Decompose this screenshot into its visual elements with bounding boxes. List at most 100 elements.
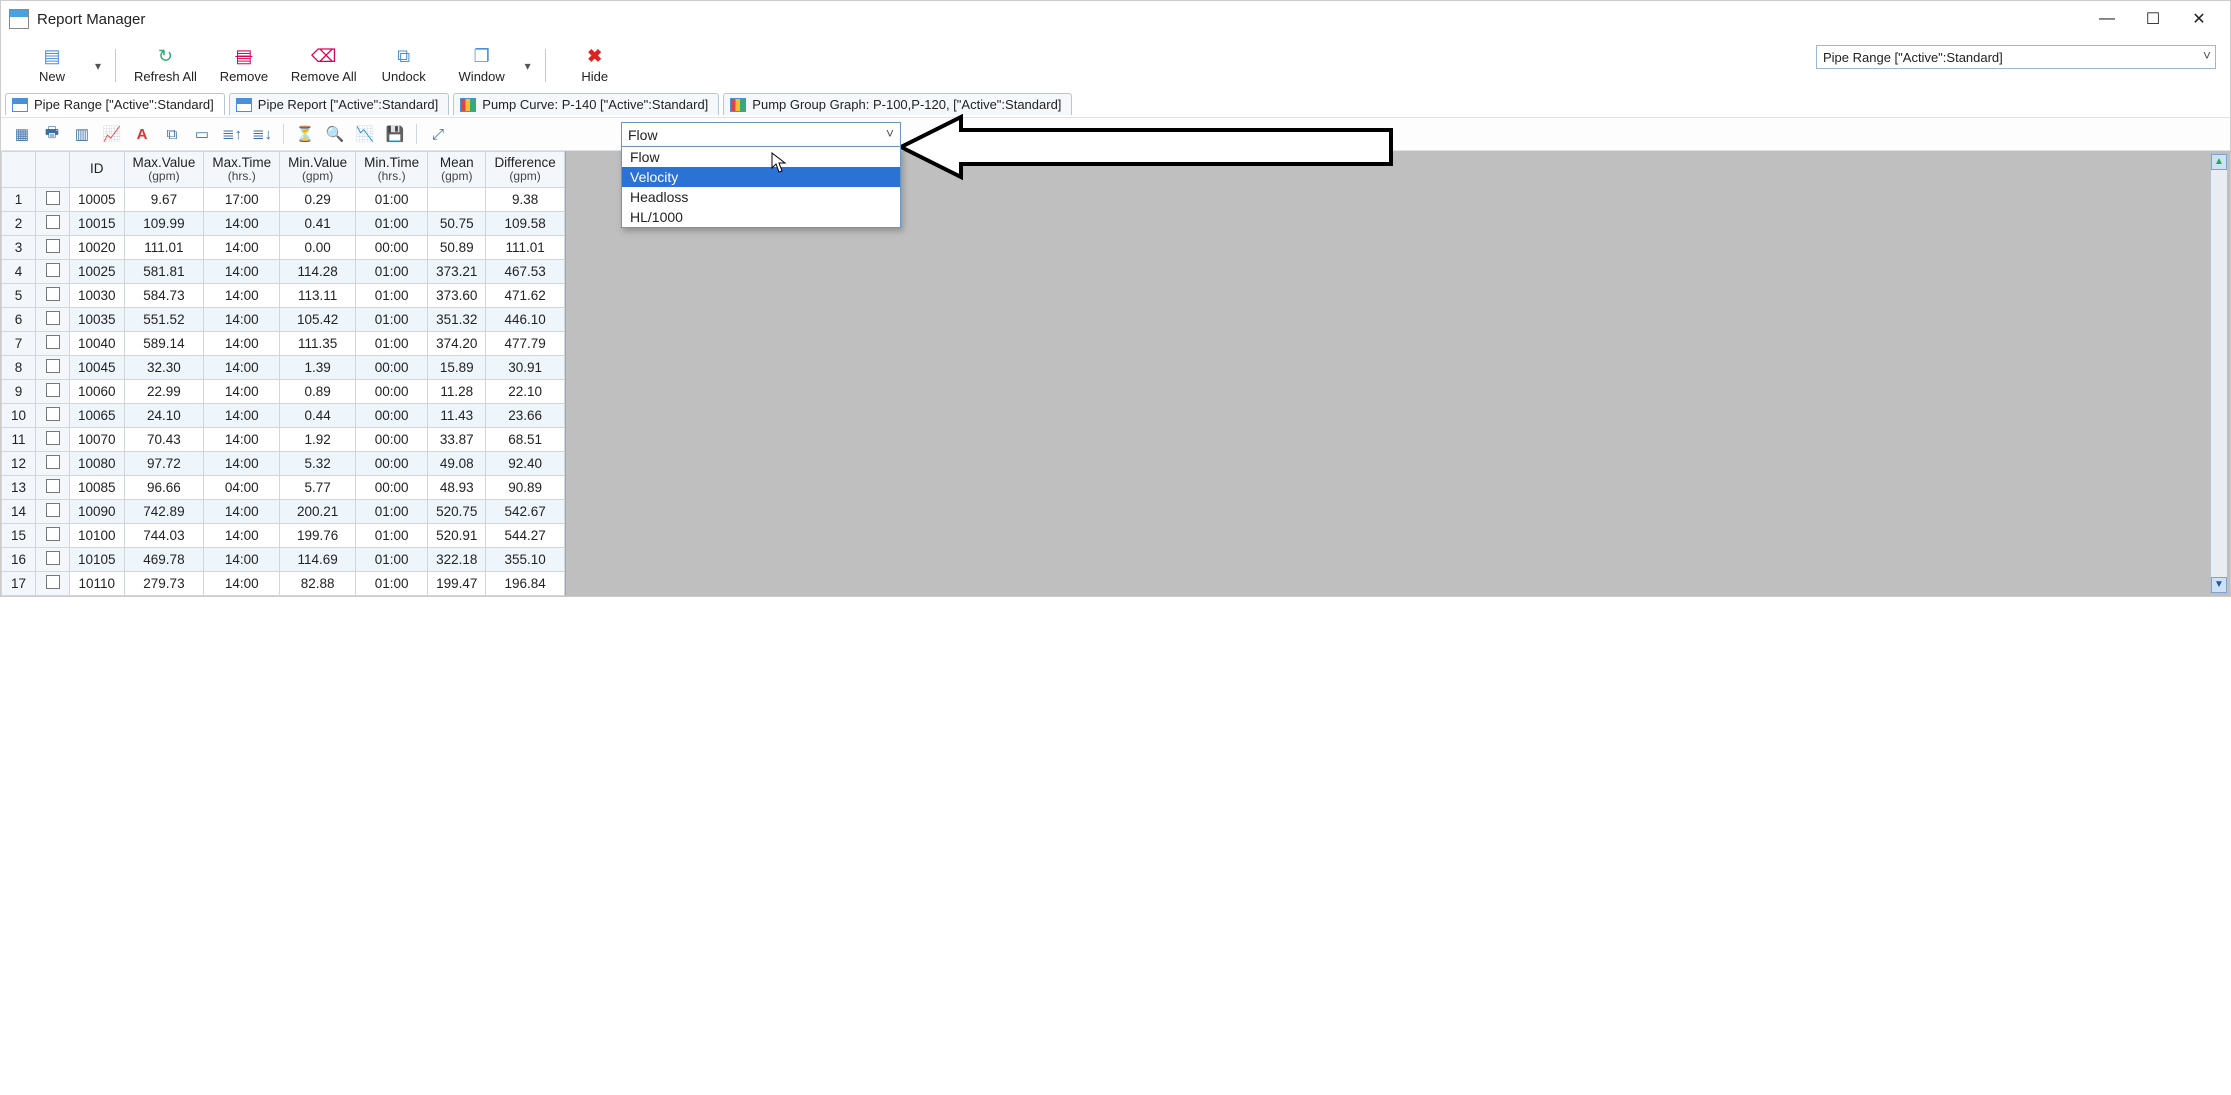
row-checkbox[interactable] <box>46 335 60 349</box>
column-header-3[interactable]: Min.Value(gpm) <box>280 152 356 188</box>
cell-id[interactable]: 10085 <box>70 475 125 499</box>
cell-id[interactable]: 10080 <box>70 451 125 475</box>
table-row[interactable]: 101006524.1014:000.4400:0011.4323.66 <box>2 403 565 427</box>
row-checkbox-cell[interactable] <box>36 259 70 283</box>
maximize-button[interactable]: ☐ <box>2130 3 2176 35</box>
table-row[interactable]: 210015109.9914:000.4101:0050.75109.58 <box>2 211 565 235</box>
new-button[interactable]: New <box>13 41 91 90</box>
column-header-1[interactable]: Max.Value(gpm) <box>124 152 204 188</box>
cell-id[interactable]: 10090 <box>70 499 125 523</box>
table-row[interactable]: 81004532.3014:001.3900:0015.8930.91 <box>2 355 565 379</box>
table-row[interactable]: 131008596.6604:005.7700:0048.9390.89 <box>2 475 565 499</box>
filter-icon[interactable]: ⏳ <box>292 122 318 146</box>
sort-asc-icon[interactable]: ≣↑ <box>219 122 245 146</box>
row-checkbox[interactable] <box>46 551 60 565</box>
cell-id[interactable]: 10005 <box>70 187 125 211</box>
row-checkbox-cell[interactable] <box>36 475 70 499</box>
vertical-scrollbar[interactable]: ▲ ▼ <box>2210 153 2228 594</box>
save-icon[interactable]: 💾 <box>382 122 408 146</box>
new-dropdown-caret[interactable] <box>91 58 105 73</box>
row-checkbox-cell[interactable] <box>36 307 70 331</box>
row-number[interactable]: 14 <box>2 499 36 523</box>
row-number[interactable]: 2 <box>2 211 36 235</box>
cell-id[interactable]: 10020 <box>70 235 125 259</box>
cell-id[interactable]: 10025 <box>70 259 125 283</box>
cell-id[interactable]: 10045 <box>70 355 125 379</box>
attribute-dropdown[interactable]: FlowVelocityHeadlossHL/1000 <box>621 146 901 228</box>
table-row[interactable]: 510030584.7314:00113.1101:00373.60471.62 <box>2 283 565 307</box>
cell-id[interactable]: 10015 <box>70 211 125 235</box>
cell-id[interactable]: 10100 <box>70 523 125 547</box>
calc-column-icon[interactable]: ▥ <box>69 122 95 146</box>
row-checkbox[interactable] <box>46 503 60 517</box>
table-row[interactable]: 111007070.4314:001.9200:0033.8768.51 <box>2 427 565 451</box>
remove-all-button[interactable]: Remove All <box>283 41 365 90</box>
cell-id[interactable]: 10035 <box>70 307 125 331</box>
refresh-all-button[interactable]: Refresh All <box>126 41 205 90</box>
row-checkbox-cell[interactable] <box>36 379 70 403</box>
row-number[interactable]: 15 <box>2 523 36 547</box>
table-row[interactable]: 610035551.5214:00105.4201:00351.32446.10 <box>2 307 565 331</box>
attribute-option-headloss[interactable]: Headloss <box>622 187 900 207</box>
scroll-up-button[interactable]: ▲ <box>2211 154 2227 170</box>
rename-icon[interactable]: ▭ <box>189 122 215 146</box>
scroll-down-button[interactable]: ▼ <box>2211 577 2227 593</box>
print-icon[interactable]: 🖶 <box>39 122 65 146</box>
row-number[interactable]: 9 <box>2 379 36 403</box>
row-checkbox-cell[interactable] <box>36 235 70 259</box>
row-number[interactable]: 16 <box>2 547 36 571</box>
window-button[interactable]: Window <box>443 41 521 90</box>
attribute-combo[interactable]: Flow <box>621 122 901 147</box>
row-checkbox-cell[interactable] <box>36 451 70 475</box>
font-icon[interactable]: A <box>129 122 155 146</box>
row-number[interactable]: 4 <box>2 259 36 283</box>
row-number[interactable]: 5 <box>2 283 36 307</box>
row-number[interactable]: 11 <box>2 427 36 451</box>
row-checkbox[interactable] <box>46 383 60 397</box>
tab-3[interactable]: Pump Group Graph: P-100,P-120, ["Active"… <box>723 93 1072 115</box>
undock-button[interactable]: Undock <box>365 41 443 90</box>
row-checkbox-cell[interactable] <box>36 523 70 547</box>
row-number[interactable]: 13 <box>2 475 36 499</box>
row-checkbox[interactable] <box>46 359 60 373</box>
column-header-5[interactable]: Mean(gpm) <box>428 152 486 188</box>
row-number[interactable]: 3 <box>2 235 36 259</box>
column-header-4[interactable]: Min.Time(hrs.) <box>356 152 428 188</box>
row-checkbox[interactable] <box>46 479 60 493</box>
table-row[interactable]: 710040589.1414:00111.3501:00374.20477.79 <box>2 331 565 355</box>
attribute-option-flow[interactable]: Flow <box>622 147 900 167</box>
row-checkbox[interactable] <box>46 431 60 445</box>
column-header-checkbox[interactable] <box>36 152 70 188</box>
minimize-button[interactable]: — <box>2084 3 2130 35</box>
data-grid[interactable]: IDMax.Value(gpm)Max.Time(hrs.)Min.Value(… <box>1 151 565 596</box>
cell-id[interactable]: 10110 <box>70 571 125 595</box>
row-checkbox[interactable] <box>46 215 60 229</box>
cell-id[interactable]: 10060 <box>70 379 125 403</box>
row-checkbox-cell[interactable] <box>36 331 70 355</box>
row-number[interactable]: 12 <box>2 451 36 475</box>
row-number[interactable]: 1 <box>2 187 36 211</box>
row-checkbox[interactable] <box>46 575 60 589</box>
column-header-0[interactable]: ID <box>70 152 125 188</box>
cell-id[interactable]: 10065 <box>70 403 125 427</box>
cell-id[interactable]: 10105 <box>70 547 125 571</box>
row-number[interactable]: 6 <box>2 307 36 331</box>
table-row[interactable]: 91006022.9914:000.8900:0011.2822.10 <box>2 379 565 403</box>
report-selector-combo[interactable]: Pipe Range ["Active":Standard] <box>1816 45 2216 69</box>
sort-desc-icon[interactable]: ≣↓ <box>249 122 275 146</box>
row-checkbox-cell[interactable] <box>36 355 70 379</box>
table-row[interactable]: 1100059.6717:000.2901:009.38 <box>2 187 565 211</box>
row-checkbox-cell[interactable] <box>36 499 70 523</box>
close-button[interactable]: ✕ <box>2176 3 2222 35</box>
column-header-rownum[interactable] <box>2 152 36 188</box>
hide-button[interactable]: Hide <box>556 41 634 90</box>
find-icon[interactable]: 🔍 <box>322 122 348 146</box>
row-checkbox-cell[interactable] <box>36 187 70 211</box>
row-checkbox-cell[interactable] <box>36 571 70 595</box>
tab-2[interactable]: Pump Curve: P-140 ["Active":Standard] <box>453 93 719 115</box>
tab-0[interactable]: Pipe Range ["Active":Standard] <box>5 93 225 115</box>
row-checkbox[interactable] <box>46 407 60 421</box>
expand-icon[interactable]: ⤢ <box>425 122 451 146</box>
copy-icon[interactable]: ⧉ <box>159 122 185 146</box>
row-number[interactable]: 17 <box>2 571 36 595</box>
